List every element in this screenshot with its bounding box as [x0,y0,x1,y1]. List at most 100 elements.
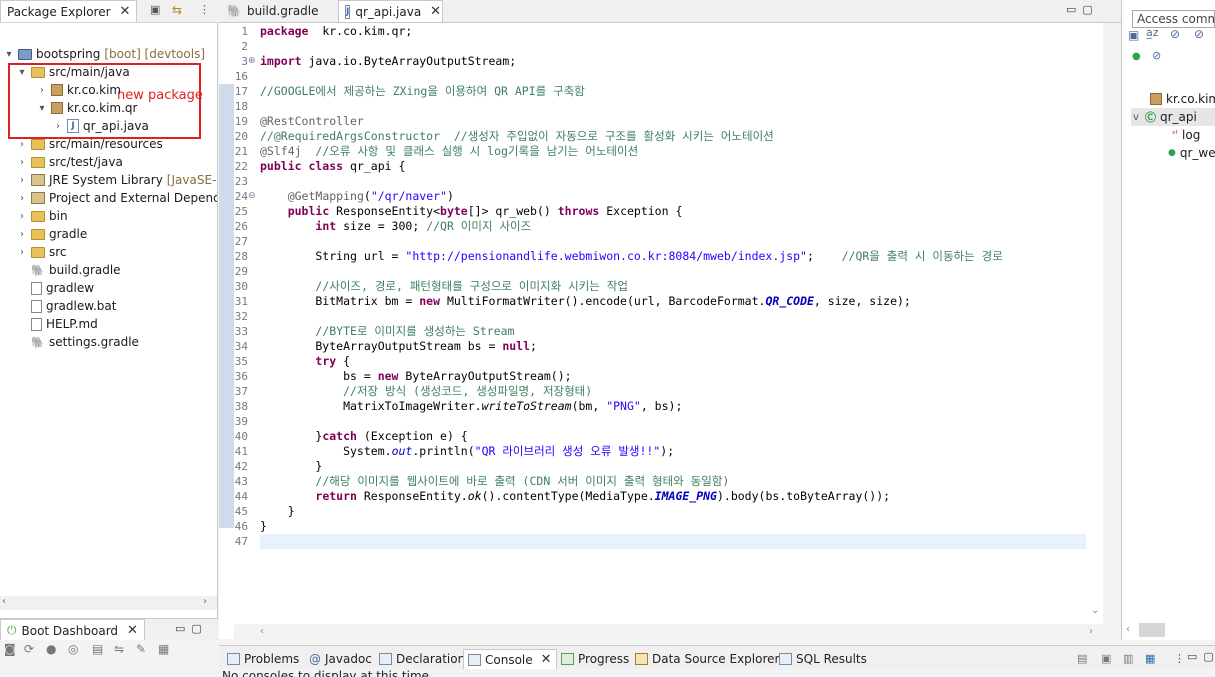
tab-progress[interactable]: Progress [561,649,629,669]
code-line[interactable]: //저장 방식 (생성코드, 생성파일명, 저장형태) [260,384,592,399]
tree-item[interactable]: › src [17,243,67,261]
access-commands-field[interactable]: Access commands [1132,10,1215,28]
edit-icon[interactable]: ✎ [136,642,146,656]
code-line[interactable]: BitMatrix bm = new MultiFormatWriter().e… [260,294,910,309]
chevron-right-icon[interactable]: › [17,211,27,222]
properties-icon[interactable]: ⇋ [114,642,124,656]
table-icon[interactable]: ▦ [158,642,169,656]
open-console-icon[interactable]: ▦ [1145,652,1155,665]
close-icon[interactable]: ✕ [541,652,552,667]
tree-item[interactable]: › Project and External Dependencies [17,189,217,207]
tab-build-gradle[interactable]: 🐘 build.gradle [221,0,325,22]
code-line[interactable]: bs = new ByteArrayOutputStream(); [260,369,572,384]
code-line[interactable]: try { [260,354,350,369]
code-line[interactable]: //해당 이미지를 웹사이트에 바로 출력 (CDN 서버 이미지 출력 형태와… [260,474,729,489]
window-controls[interactable]: ▭▢ [175,622,208,635]
code-line[interactable]: return ResponseEntity.ok().contentType(M… [260,489,890,504]
chevron-down-icon[interactable]: v [1131,112,1141,123]
start-icon[interactable]: ◙ [4,642,16,656]
hide-nonpublic-icon[interactable]: ⊘ [1152,49,1161,62]
window-controls[interactable]: ▭▢ [1066,3,1099,16]
hide-fields-icon[interactable]: ⊘ [1170,27,1180,41]
tree-item[interactable]: 🐘 build.gradle [17,261,120,279]
editor-vscrollbar[interactable]: ⌄ [1088,23,1103,639]
collapse-icon[interactable]: ▣ [1128,28,1139,42]
tree-item[interactable]: HELP.md [17,315,98,333]
tab-declaration[interactable]: Declaration [379,649,465,669]
code-line[interactable]: //BYTE로 이미지를 생성하는 Stream [260,324,514,339]
code-line[interactable]: MatrixToImageWriter.writeToStream(bm, "P… [260,399,682,414]
tree-item[interactable]: 🐘 settings.gradle [17,333,139,351]
code-line[interactable]: ByteArrayOutputStream bs = null; [260,339,537,354]
code-line[interactable]: int size = 300; //QR 이미지 사이즈 [260,219,531,234]
public-filter-icon[interactable]: ● [1132,51,1141,62]
restart-icon[interactable]: ⟳ [24,642,34,656]
outline-item[interactable]: kr.co.kim [1150,90,1215,108]
scroll-left-icon[interactable]: ‹ [1126,624,1130,635]
tab-javadoc[interactable]: @ Javadoc [309,649,372,669]
code-line[interactable]: } [260,519,267,534]
tab-sql-results[interactable]: SQL Results [779,649,867,669]
code-line[interactable]: public class qr_api { [260,159,405,174]
tab-data-source-explorer[interactable]: Data Source Explorer [635,649,779,669]
code-line[interactable]: String url = "http://pensionandlife.webm… [260,249,1002,264]
package-explorer-hscrollbar[interactable]: ‹ › [0,596,217,610]
tree-item[interactable]: › src/test/java [17,153,123,171]
tab-boot-dashboard[interactable]: ⏻ Boot Dashboard ✕ [0,619,145,641]
chevron-right-icon[interactable]: › [17,139,27,150]
editor-hscrollbar[interactable]: ‹ › [234,624,1104,639]
tree-item[interactable]: › gradle [17,225,87,243]
hide-static-icon[interactable]: ⊘ [1194,27,1204,41]
tab-problems[interactable]: Problems [227,649,299,669]
scroll-left-icon[interactable]: ‹ [2,596,6,607]
tree-item[interactable]: gradlew.bat [17,297,116,315]
scroll-right-icon[interactable]: › [203,596,207,607]
outline-item-label: kr.co.kim [1166,92,1215,106]
chevron-right-icon[interactable]: › [17,175,27,186]
code-line[interactable]: }catch (Exception e) { [260,429,467,444]
code-line[interactable]: @Slf4j //오류 사항 및 클래스 실행 시 log기록을 남기는 어노테… [260,144,638,159]
tree-item[interactable]: gradlew [17,279,94,297]
scroll-lock-icon[interactable]: ▥ [1123,652,1133,665]
code-line[interactable]: System.out.println("QR 라이브러리 생성 오류 발생!!"… [260,444,674,459]
tree-item[interactable]: ▾ bootspring [boot] [devtools] [4,45,205,63]
outline-item[interactable]: ˢᶠ log [1172,126,1200,144]
code-line[interactable]: public ResponseEntity<byte[]> qr_web() t… [260,204,683,219]
code-line[interactable]: } [260,504,295,519]
console-icon[interactable]: ▤ [92,642,103,656]
code-line[interactable]: package kr.co.kim.qr; [260,24,412,39]
tree-item[interactable]: › bin [17,207,68,225]
outline-item[interactable]: v Ⓒ qr_api [1131,108,1215,126]
scroll-right-icon[interactable]: › [1089,626,1093,637]
outline-item[interactable]: ● qr_web [1168,144,1215,162]
expand-fold-icon[interactable]: ⊕ [248,54,256,69]
code-line[interactable]: } [260,459,322,474]
outline-scroll-thumb[interactable] [1139,623,1165,637]
pin-icon[interactable]: ▤ [1077,652,1087,665]
close-icon[interactable]: ✕ [430,4,441,19]
open-browser-icon[interactable]: ◎ [68,642,78,656]
code-area[interactable]: 1 package kr.co.kim.qr; 2 3 ⊕ import java.io.… [219,24,1087,624]
stop-icon[interactable]: ● [46,642,56,656]
chevron-right-icon[interactable]: › [17,247,27,258]
chevron-right-icon[interactable]: › [17,229,27,240]
code-line[interactable]: @GetMapping("/qr/naver") [260,189,454,204]
collapse-fold-icon[interactable]: ⊖ [248,189,256,204]
view-menu-icon[interactable]: ⋮ [1174,652,1185,665]
chevron-right-icon[interactable]: › [17,157,27,168]
code-line[interactable]: //GOOGLE에서 제공하는 ZXing을 이용하여 QR API를 구축함 [260,84,585,99]
code-line[interactable]: //@RequiredArgsConstructor //생성자 주입없이 자동… [260,129,774,144]
tab-qr-api-java[interactable]: J qr_api.java ✕ [338,0,443,22]
code-line[interactable]: @RestController [260,114,364,129]
scroll-left-icon[interactable]: ‹ [260,626,264,637]
code-line[interactable]: import java.io.ByteArrayOutputStream; [260,54,516,69]
window-controls[interactable]: ▭▢ [1187,650,1215,663]
chevron-right-icon[interactable]: › [17,193,27,204]
scroll-down-icon[interactable]: ⌄ [1091,605,1099,616]
tab-console[interactable]: Console ✕ [463,649,557,669]
close-icon[interactable]: ✕ [127,623,138,638]
tree-item[interactable]: › JRE System Library[JavaSE-17] [17,171,217,189]
code-line[interactable]: //사이즈, 경로, 패턴형태를 구성으로 이미지화 시키는 작업 [260,279,628,294]
display-console-icon[interactable]: ▣ [1101,652,1111,665]
chevron-down-icon[interactable]: ▾ [4,49,14,60]
